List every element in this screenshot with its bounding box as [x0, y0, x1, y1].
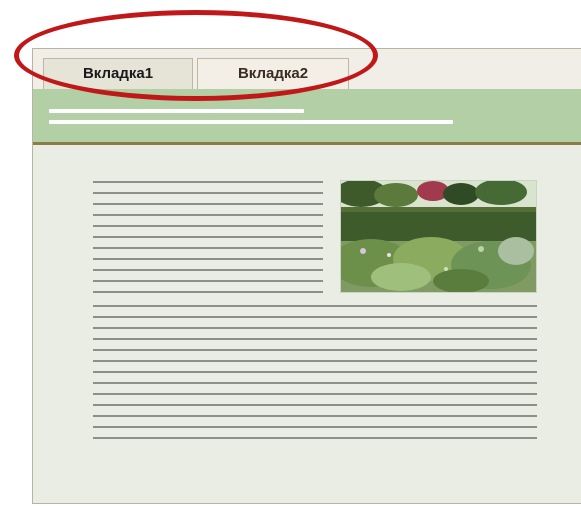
- text-line: [93, 192, 323, 194]
- page-content: [33, 145, 581, 503]
- banner-title-placeholder: [49, 109, 304, 113]
- text-line: [93, 437, 537, 439]
- text-line: [93, 225, 323, 227]
- text-line: [93, 247, 323, 249]
- tab-2[interactable]: Вкладка2: [197, 58, 349, 89]
- text-line: [93, 214, 323, 216]
- text-line: [93, 393, 537, 395]
- text-line: [93, 316, 537, 318]
- text-line: [93, 404, 537, 406]
- browser-window: Вкладка1 Вкладка2: [32, 48, 581, 504]
- text-line: [93, 236, 323, 238]
- banner-subtitle-placeholder: [49, 120, 453, 124]
- text-line: [93, 181, 323, 183]
- text-line: [93, 426, 537, 428]
- text-line: [93, 382, 537, 384]
- text-line: [93, 360, 537, 362]
- text-line: [93, 291, 323, 293]
- tab-bar: Вкладка1 Вкладка2: [33, 49, 581, 90]
- text-line: [93, 415, 537, 417]
- text-line: [93, 338, 537, 340]
- text-line: [93, 258, 323, 260]
- text-line: [93, 203, 323, 205]
- text-line: [93, 305, 537, 307]
- text-line: [93, 327, 537, 329]
- garden-photo: [340, 180, 537, 293]
- header-banner: [33, 89, 581, 145]
- text-line: [93, 371, 537, 373]
- text-line: [93, 349, 537, 351]
- text-line: [93, 269, 323, 271]
- tab-1[interactable]: Вкладка1: [43, 58, 193, 89]
- text-line: [93, 280, 323, 282]
